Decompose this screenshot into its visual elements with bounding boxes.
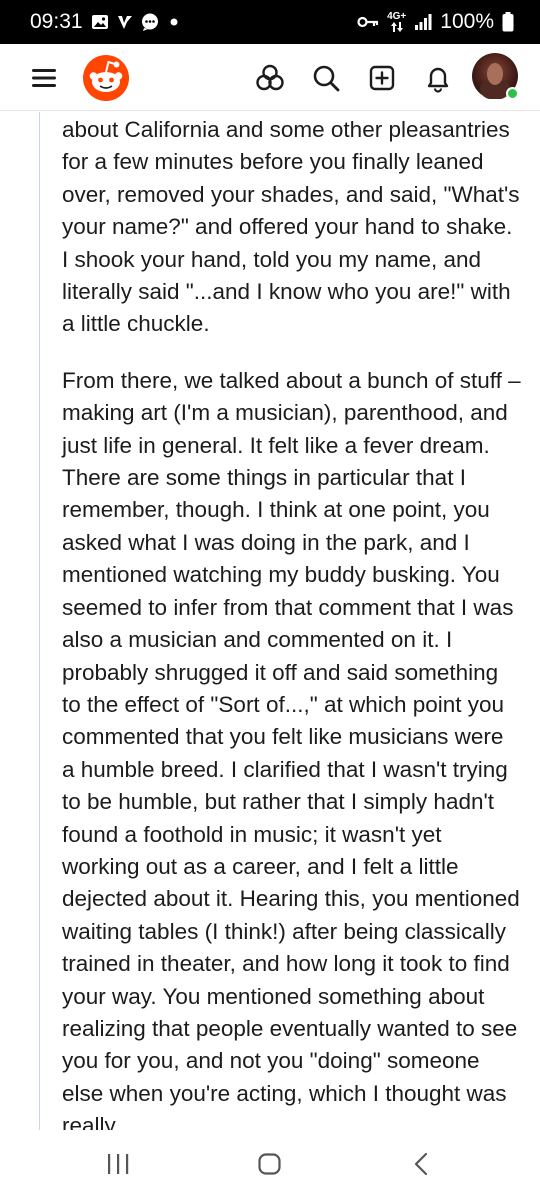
comment-paragraph-1: about California and some other pleasant… bbox=[62, 117, 520, 337]
notifications-icon bbox=[427, 67, 449, 93]
search-icon bbox=[313, 65, 340, 92]
battery-percent: 100% bbox=[440, 10, 494, 33]
system-nav-bar bbox=[0, 1130, 540, 1199]
home-button[interactable] bbox=[256, 1152, 284, 1181]
status-left: 09:31 bbox=[30, 10, 181, 34]
back-button[interactable] bbox=[410, 1152, 434, 1181]
recent-apps-button[interactable] bbox=[104, 1152, 132, 1181]
gallery-icon bbox=[91, 14, 109, 30]
comment-paragraph-2: From there, we talked about a bunch of s… bbox=[62, 367, 521, 1130]
avatar-figure-face bbox=[487, 63, 503, 85]
create-post-icon bbox=[369, 65, 395, 91]
create-post-button[interactable] bbox=[367, 63, 397, 93]
notifications-button[interactable] bbox=[423, 63, 453, 93]
comment-thread: about California and some other pleasant… bbox=[0, 112, 540, 1130]
battery-icon bbox=[502, 12, 514, 32]
reddit-logo[interactable] bbox=[82, 54, 130, 102]
home-icon bbox=[258, 1153, 281, 1175]
popular-icon bbox=[256, 64, 284, 91]
status-bar: 09:31 4G+ 100% bbox=[0, 0, 540, 44]
key-icon bbox=[357, 15, 379, 29]
network-type: 4G+ bbox=[387, 11, 407, 22]
avatar[interactable] bbox=[472, 53, 519, 100]
menu-button[interactable] bbox=[29, 65, 61, 91]
online-status-dot bbox=[506, 87, 519, 100]
v-notification-icon bbox=[117, 14, 133, 30]
network-indicator: 4G+ bbox=[387, 12, 406, 32]
comment-body: about California and some other pleasant… bbox=[62, 114, 522, 1130]
signal-icon bbox=[414, 13, 432, 31]
data-arrows-icon bbox=[390, 22, 403, 32]
back-icon bbox=[414, 1152, 428, 1176]
status-time: 09:31 bbox=[30, 10, 83, 33]
chat-icon bbox=[141, 13, 159, 31]
status-right: 4G+ 100% bbox=[357, 10, 514, 34]
more-dot-icon bbox=[167, 15, 181, 29]
recent-apps-icon bbox=[108, 1154, 129, 1174]
search-button[interactable] bbox=[311, 63, 341, 93]
popular-button[interactable] bbox=[255, 63, 285, 93]
menu-icon bbox=[32, 69, 56, 87]
app-header bbox=[0, 44, 540, 111]
thread-line[interactable] bbox=[39, 112, 40, 1130]
